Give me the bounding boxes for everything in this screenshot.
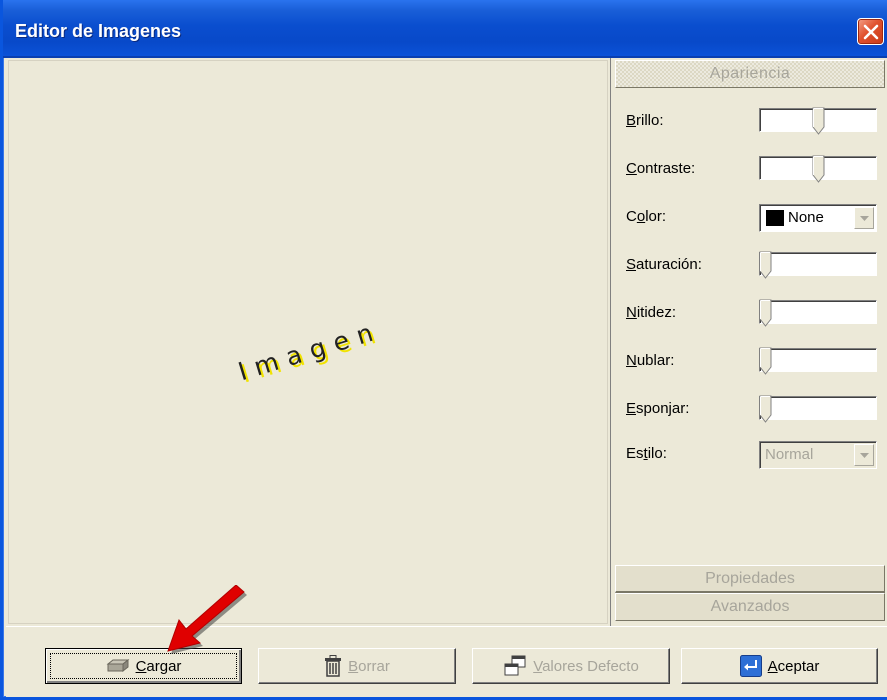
esponjar-slider[interactable] [759, 395, 877, 424]
nitidez-label: Nitidez: [626, 304, 677, 321]
contraste-slider[interactable] [759, 155, 877, 184]
chevron-down-icon [860, 453, 869, 458]
nitidez-slider-thumb[interactable] [759, 299, 772, 327]
enter-icon [739, 655, 762, 677]
borrar-button[interactable]: Borrar [258, 648, 456, 684]
estilo-select-value: Normal [765, 446, 814, 463]
title-bar[interactable]: Editor de Imagenes [3, 0, 887, 58]
red-arrow-icon [167, 585, 247, 654]
dialog-content: Imagen Apariencia Brillo: Contraste: Col… [6, 58, 887, 697]
nublar-slider-track [759, 348, 877, 372]
contraste-label: Contraste: [626, 160, 696, 177]
color-select[interactable]: None [759, 204, 877, 232]
nublar-label: Nublar: [626, 352, 675, 369]
valores-defecto-button[interactable]: Valores Defecto [472, 648, 670, 684]
load-icon [106, 658, 129, 673]
close-icon [863, 24, 879, 40]
chevron-down-icon [860, 216, 869, 221]
cargar-button-label: Cargar [135, 657, 182, 675]
valores-defecto-button-label: Valores Defecto [533, 657, 639, 675]
close-button[interactable] [857, 18, 884, 45]
saturacion-slider[interactable] [759, 251, 877, 280]
button-bar: Cargar Borrar Valores Defecto Aceptar [6, 626, 887, 697]
aceptar-button[interactable]: Aceptar [681, 648, 878, 684]
saturacion-slider-thumb[interactable] [759, 251, 772, 279]
window-title: Editor de Imagenes [15, 21, 182, 41]
brillo-slider[interactable] [759, 107, 877, 136]
tab-propiedades[interactable]: Propiedades [615, 565, 885, 593]
brillo-label: Brillo: [626, 112, 664, 129]
image-editor-window: Editor de Imagenes Imagen Apariencia Bri… [0, 0, 887, 700]
trash-icon [325, 655, 342, 677]
color-swatch [766, 210, 784, 226]
tab-apariencia[interactable]: Apariencia [615, 60, 885, 88]
borrar-button-label: Borrar [348, 657, 390, 675]
esponjar-slider-thumb[interactable] [759, 395, 772, 423]
color-select-dropdown-button[interactable] [854, 207, 874, 229]
nitidez-slider-track [759, 300, 877, 324]
contraste-slider-thumb[interactable] [812, 155, 825, 183]
properties-panel: Apariencia Brillo: Contraste: Color: Non… [613, 58, 887, 626]
estilo-select[interactable]: Normal [759, 441, 877, 469]
copy-windows-icon [504, 655, 526, 676]
color-label: Color: [626, 208, 667, 225]
aceptar-button-label: Aceptar [767, 657, 820, 675]
brillo-slider-thumb[interactable] [812, 107, 825, 135]
color-select-value: None [788, 209, 824, 226]
nublar-slider[interactable] [759, 347, 877, 376]
image-preview-area[interactable]: Imagen [6, 58, 611, 626]
nitidez-slider[interactable] [759, 299, 877, 328]
esponjar-slider-track [759, 396, 877, 420]
saturacion-label: Saturación: [626, 256, 702, 273]
nublar-slider-thumb[interactable] [759, 347, 772, 375]
estilo-select-dropdown-button[interactable] [854, 444, 874, 466]
tab-avanzados[interactable]: Avanzados [615, 593, 885, 621]
estilo-label: Estilo: [626, 445, 667, 462]
esponjar-label: Esponjar: [626, 400, 690, 417]
saturacion-slider-track [759, 252, 877, 276]
